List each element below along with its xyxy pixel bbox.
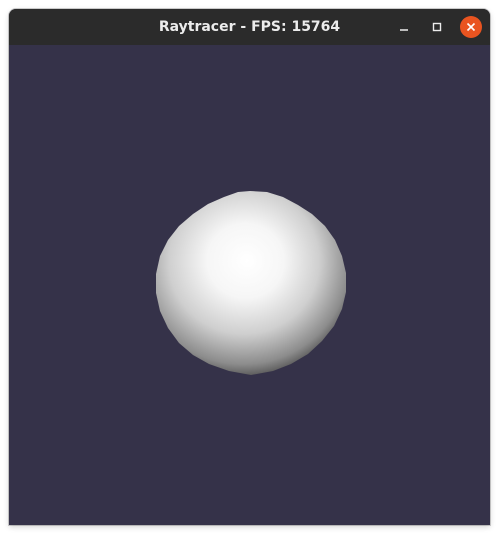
render-canvas — [9, 45, 490, 525]
app-window: Raytracer - FPS: 15764 — [9, 9, 490, 525]
window-title: Raytracer - FPS: 15764 — [158, 19, 341, 35]
minimize-icon — [400, 29, 408, 31]
close-button[interactable] — [460, 16, 482, 38]
close-icon — [466, 22, 476, 32]
maximize-button[interactable] — [426, 16, 448, 38]
maximize-icon — [432, 22, 442, 32]
render-viewport[interactable] — [9, 45, 490, 525]
title-bar[interactable]: Raytracer - FPS: 15764 — [9, 9, 490, 45]
minimize-button[interactable] — [393, 16, 415, 38]
